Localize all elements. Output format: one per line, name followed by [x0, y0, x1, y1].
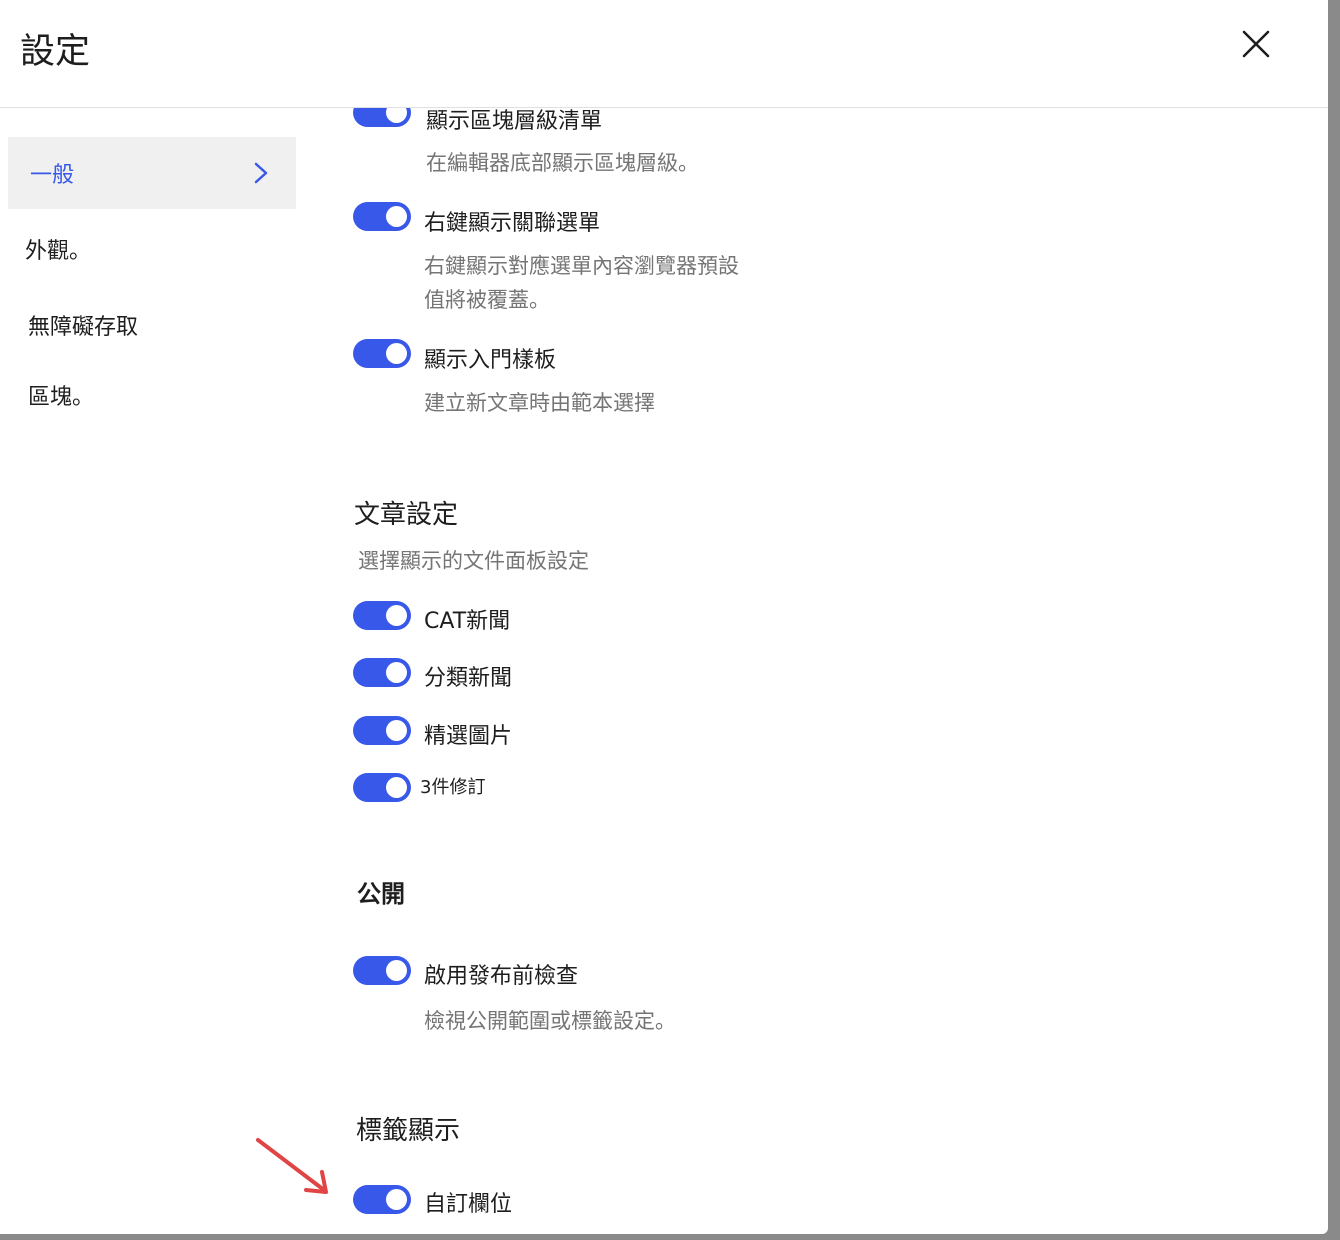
starter-patterns-help: 建立新文章時由範本選擇	[424, 391, 655, 415]
custom-fields-label: 自訂欄位	[424, 1192, 513, 1217]
cat-news-label: CAT新聞	[424, 609, 511, 634]
toggle-knob	[386, 343, 407, 364]
cat-news-toggle[interactable]	[353, 601, 411, 630]
context-menu-toggle[interactable]	[353, 202, 411, 231]
toggle-knob	[386, 206, 407, 227]
pre-publish-checks-toggle[interactable]	[353, 956, 411, 985]
publish-section-title: 公開	[357, 880, 405, 908]
document-settings-title: 文章設定	[354, 500, 459, 530]
annotation-arrow-icon	[256, 1138, 328, 1194]
preferences-modal: 顯示區塊層級清單 在編輯器底部顯示區塊層級。 右鍵顯示關聯選單 右鍵顯示對應選單…	[0, 0, 1328, 1234]
pre-publish-checks-label: 啟用發布前檢查	[424, 964, 579, 989]
sidebar-item-general[interactable]: 一般	[8, 137, 296, 209]
chevron-right-icon	[254, 162, 268, 184]
toggle-knob	[386, 960, 407, 981]
sidebar-item-label: 區塊。	[28, 385, 95, 410]
revisions-label: 3件修訂	[420, 777, 486, 798]
category-news-toggle[interactable]	[353, 658, 411, 687]
featured-image-label: 精選圖片	[424, 724, 513, 749]
pre-publish-checks-help: 檢視公開範圍或標籤設定。	[424, 1009, 676, 1033]
featured-image-toggle[interactable]	[353, 716, 411, 745]
sidebar-item-blocks[interactable]: 區塊。	[8, 359, 296, 431]
sidebar-item-label: 一般	[30, 163, 75, 188]
context-menu-label: 右鍵顯示關聯選單	[424, 211, 601, 236]
block-breadcrumbs-help: 在編輯器底部顯示區塊層級。	[426, 151, 699, 175]
sidebar-item-appearance[interactable]: 外觀。	[8, 213, 296, 285]
modal-header: 設定	[0, 0, 1328, 108]
category-news-label: 分類新聞	[424, 666, 513, 691]
toggle-knob	[386, 605, 407, 626]
block-breadcrumbs-label: 顯示區塊層級清單	[426, 109, 603, 134]
toggle-knob	[386, 1189, 407, 1210]
tag-display-title: 標籤顯示	[356, 1116, 461, 1146]
custom-fields-toggle[interactable]	[353, 1185, 411, 1214]
context-menu-help: 右鍵顯示對應選單內容瀏覽器預設值將被覆蓋。	[424, 254, 739, 312]
starter-patterns-label: 顯示入門樣板	[424, 348, 557, 373]
sidebar-item-label: 外觀。	[25, 239, 92, 264]
toggle-knob	[386, 777, 407, 798]
toggle-knob	[386, 720, 407, 741]
close-button[interactable]	[1236, 24, 1276, 64]
sidebar-item-label: 無障礙存取	[28, 315, 139, 340]
modal-title: 設定	[20, 32, 91, 72]
document-settings-description: 選擇顯示的文件面板設定	[358, 549, 589, 573]
starter-patterns-toggle[interactable]	[353, 339, 411, 368]
sidebar-item-accessibility[interactable]: 無障礙存取	[8, 289, 296, 361]
toggle-knob	[386, 662, 407, 683]
revisions-toggle[interactable]	[353, 773, 411, 802]
close-icon	[1242, 30, 1270, 58]
